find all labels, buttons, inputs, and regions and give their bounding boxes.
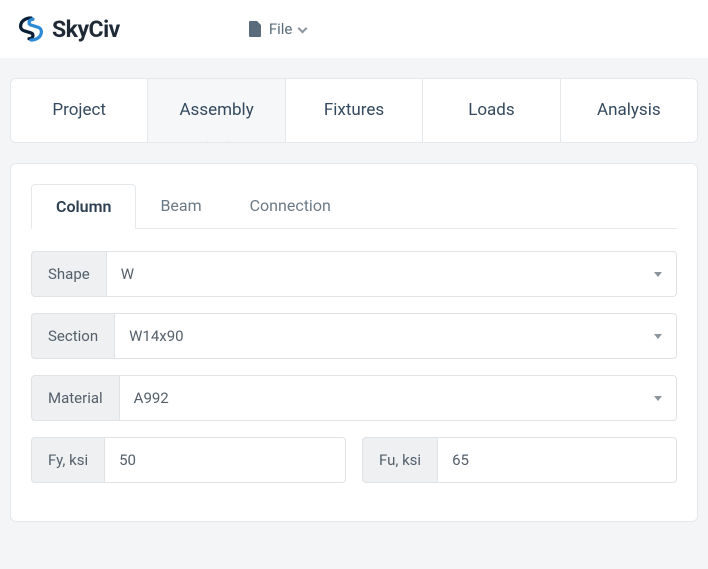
shape-value: W [121,265,134,283]
subtab-column-label: Column [56,197,111,216]
subtab-beam-label: Beam [160,196,201,215]
tab-loads[interactable]: Loads [423,79,560,142]
section-value: W14x90 [129,327,183,345]
skyciv-icon [18,16,44,42]
fy-input[interactable] [119,451,331,469]
column-form: Shape W Section W14x90 [31,229,677,483]
material-label: Material [31,375,119,421]
fy-label: Fy, ksi [31,437,104,483]
brand-logo: SkyCiv [18,16,120,43]
tab-fixtures[interactable]: Fixtures [286,79,423,142]
tab-analysis-label: Analysis [597,100,661,120]
material-select[interactable]: A992 [119,375,677,421]
caret-down-icon [654,396,662,401]
subtab-connection-label: Connection [250,196,331,215]
section-select[interactable]: W14x90 [114,313,677,359]
assembly-panel: Column Beam Connection Shape W Section [10,163,698,522]
file-menu-label: File [269,20,293,38]
file-icon [248,21,262,37]
fu-label: Fu, ksi [362,437,437,483]
subtab-column[interactable]: Column [31,184,136,229]
sub-tabs: Column Beam Connection [31,184,677,229]
subtab-connection[interactable]: Connection [226,184,355,228]
tab-assembly[interactable]: Assembly [148,79,285,142]
fu-input-wrap[interactable] [437,437,677,483]
caret-down-icon [654,272,662,277]
fy-input-wrap[interactable] [104,437,346,483]
material-value: A992 [134,389,169,407]
fu-input[interactable] [452,451,662,469]
tab-analysis[interactable]: Analysis [561,79,697,142]
brand-name: SkyCiv [52,16,120,43]
section-label: Section [31,313,114,359]
shape-label: Shape [31,251,106,297]
topbar: SkyCiv File [0,0,708,58]
main-content: Project Assembly Fixtures Loads Analysis… [10,78,698,522]
file-menu[interactable]: File [248,20,307,38]
shape-select[interactable]: W [106,251,677,297]
tab-assembly-label: Assembly [179,100,253,120]
main-tabs: Project Assembly Fixtures Loads Analysis [10,78,698,143]
tab-loads-label: Loads [468,100,514,120]
tab-project-label: Project [52,100,106,120]
subtab-beam[interactable]: Beam [136,184,225,228]
chevron-down-icon [298,23,308,33]
tab-project[interactable]: Project [11,79,148,142]
tab-fixtures-label: Fixtures [324,100,384,120]
caret-down-icon [654,334,662,339]
